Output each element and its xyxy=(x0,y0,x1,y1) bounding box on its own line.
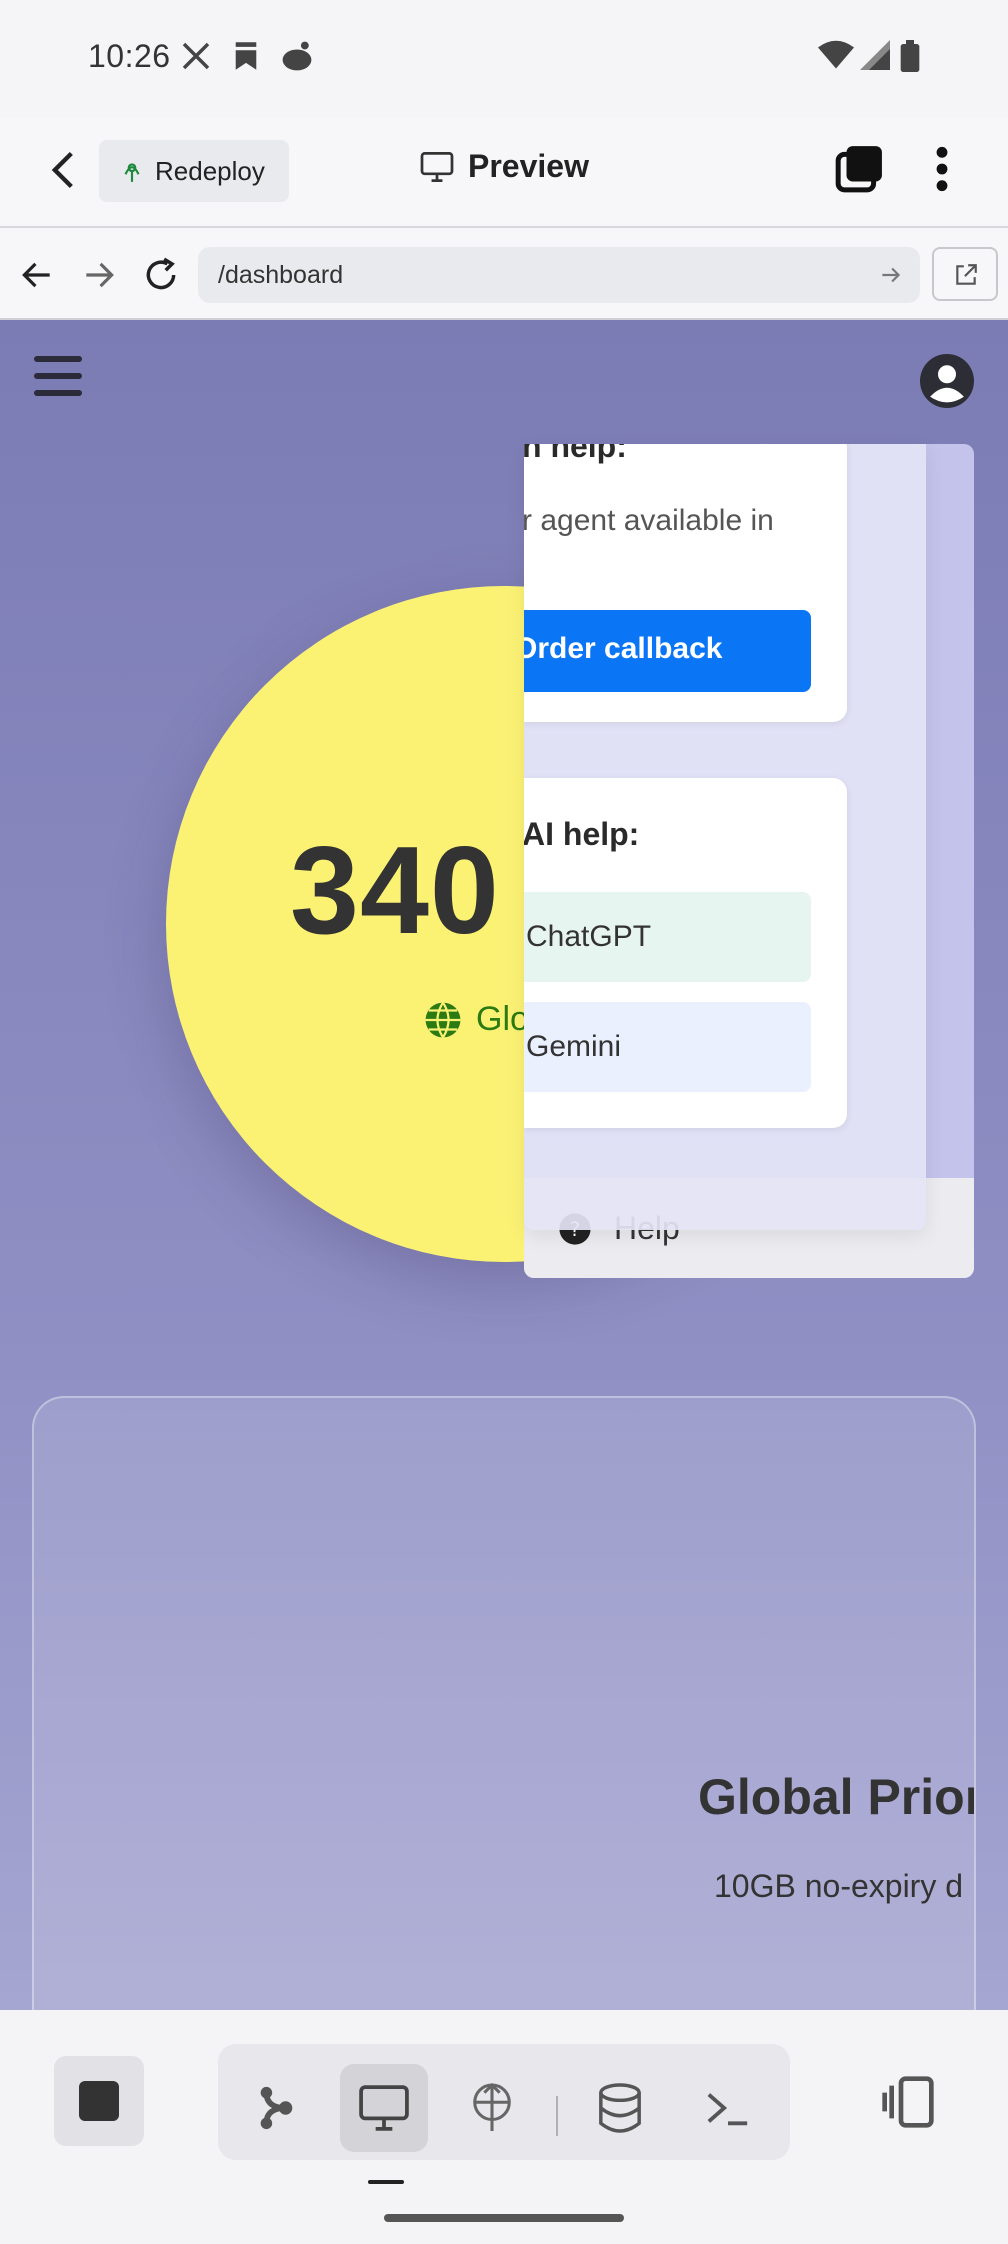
chatgpt-button[interactable]: ChatGPT xyxy=(524,892,811,982)
order-callback-button[interactable]: Order callback xyxy=(524,610,811,692)
status-time: 10:26 xyxy=(88,38,171,74)
globe-text: Glo xyxy=(476,1000,529,1038)
tool-group xyxy=(218,2044,790,2160)
monitor-icon xyxy=(359,2085,409,2131)
open-external-button[interactable] xyxy=(932,247,998,301)
home-indicator[interactable] xyxy=(384,2214,624,2222)
open-external-icon xyxy=(956,264,977,285)
menu-icon[interactable] xyxy=(34,356,82,400)
account-icon[interactable] xyxy=(920,354,974,408)
tabs-icon[interactable] xyxy=(834,144,884,194)
nav-back-icon[interactable] xyxy=(18,256,56,294)
wifi-icon xyxy=(818,40,854,69)
preview-label: Preview xyxy=(468,148,589,184)
callback-card-text: r agent available in xyxy=(524,504,774,537)
globe-label: Glo xyxy=(424,1000,529,1039)
reload-icon[interactable] xyxy=(142,256,180,294)
help-panel: n help: r agent available in Order callb… xyxy=(524,444,926,1230)
active-tab-indicator xyxy=(368,2180,404,2184)
preview-tool-button[interactable] xyxy=(340,2064,428,2152)
bottom-toolbar xyxy=(0,2010,1008,2244)
feature-title: Global Prior xyxy=(698,1769,976,1825)
bookmark-icon xyxy=(235,42,257,70)
x-icon xyxy=(182,42,210,70)
tool-divider xyxy=(556,2096,558,2136)
more-vert-icon[interactable] xyxy=(922,144,962,194)
ai-help-title: AI help: xyxy=(524,816,640,852)
redeploy-label: Redeploy xyxy=(155,155,265,186)
terminal-icon xyxy=(707,2093,748,2126)
battery-icon xyxy=(900,40,920,72)
web-preview: 340 Glo ? Help n help: r agent available… xyxy=(0,320,1008,2010)
reddit-icon xyxy=(282,41,312,71)
app-header: Redeploy Preview xyxy=(0,118,1008,228)
globe-icon xyxy=(425,1001,461,1039)
stop-button[interactable] xyxy=(54,2056,144,2146)
feature-subtitle: 10GB no-expiry d xyxy=(714,1868,964,1904)
go-arrow-icon[interactable] xyxy=(878,262,904,288)
broadcast-icon xyxy=(124,163,140,182)
database-tool-button[interactable] xyxy=(576,2064,664,2152)
stop-icon xyxy=(79,2081,119,2121)
url-input[interactable]: /dashboard xyxy=(198,247,920,303)
callback-card-title: n help: xyxy=(524,444,627,464)
nav-forward-icon[interactable] xyxy=(80,256,118,294)
workflow-tool-button[interactable] xyxy=(232,2064,320,2152)
status-bar: 10:26 xyxy=(0,0,1008,118)
back-arrow-icon[interactable] xyxy=(42,148,86,192)
terminal-tool-button[interactable] xyxy=(684,2064,772,2152)
workflow-icon xyxy=(260,2086,293,2130)
browser-toolbar: /dashboard xyxy=(0,230,1008,320)
preview-title: Preview xyxy=(420,148,589,185)
broadcast-icon xyxy=(473,2083,511,2131)
big-number: 340 xyxy=(290,822,500,960)
monitor-icon xyxy=(420,151,454,182)
ai-help-card: AI help: ChatGPT Gemini xyxy=(524,778,847,1128)
deploy-tool-button[interactable] xyxy=(448,2064,536,2152)
gemini-button[interactable]: Gemini xyxy=(524,1002,811,1092)
signal-icon xyxy=(860,40,890,70)
panel-toggle-icon[interactable] xyxy=(880,2074,936,2130)
url-text: /dashboard xyxy=(218,261,344,289)
callback-card: n help: r agent available in Order callb… xyxy=(524,444,847,722)
redeploy-button[interactable]: Redeploy xyxy=(99,140,289,202)
feature-card: Global Prior 10GB no-expiry d xyxy=(32,1396,976,2010)
database-icon xyxy=(599,2083,641,2133)
